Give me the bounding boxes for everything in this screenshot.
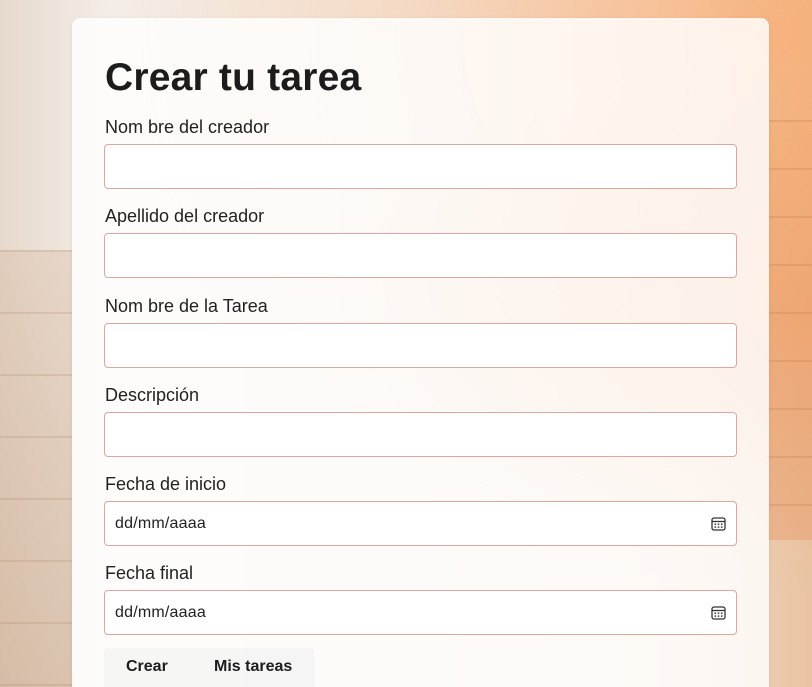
end-date-placeholder: dd/mm/aaaa [115,603,206,621]
creator-last-name-label: Apellido del creador [105,206,265,226]
description-input[interactable] [104,412,737,457]
task-name-input[interactable] [104,323,737,368]
page-title: Crear tu tarea [105,56,362,99]
start-date-input[interactable]: dd/mm/aaaa [104,501,737,546]
end-date-label: Fecha final [105,563,194,583]
end-date-input[interactable]: dd/mm/aaaa [104,590,737,635]
task-name-label: Nom bre de la Tarea [105,296,268,316]
background-shelves-right [768,120,812,540]
description-label: Descripción [105,385,200,405]
creator-last-name-input[interactable] [104,233,737,278]
creator-first-name-input[interactable] [104,144,737,189]
start-date-label: Fecha de inicio [105,474,227,494]
creator-first-name-label: Nom bre del creador [105,117,270,137]
create-task-card: Crear tu tarea Nom bre del creador Apell… [72,18,769,687]
create-button[interactable]: Crear [104,650,190,684]
background-shelves-left [0,250,72,687]
my-tasks-button[interactable]: Mis tareas [192,650,314,684]
calendar-icon[interactable] [710,605,726,621]
start-date-placeholder: dd/mm/aaaa [115,514,206,532]
calendar-icon[interactable] [710,516,726,532]
